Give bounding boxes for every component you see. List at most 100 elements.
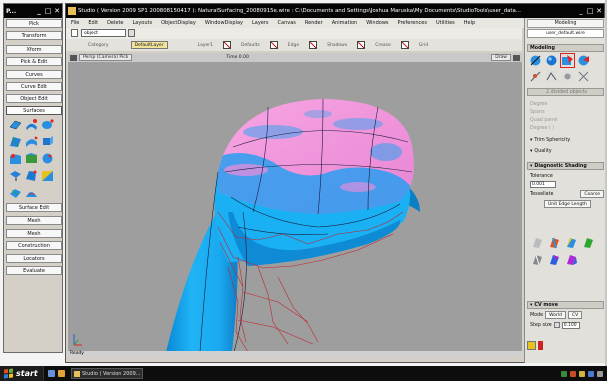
layer1-label[interactable]: Layer1 <box>198 43 213 48</box>
surface-skin-icon[interactable] <box>9 135 22 148</box>
close-icon[interactable]: ✕ <box>595 7 603 15</box>
surface-flange-icon[interactable] <box>25 186 38 199</box>
coarse-button[interactable]: Coarse <box>580 190 604 198</box>
menu-utilities[interactable]: Utilities <box>436 20 455 26</box>
viewport-title[interactable]: Persp (Camera) Pick <box>79 54 133 61</box>
step-size-input[interactable]: 0.100 <box>561 321 580 329</box>
render-sphere-icon[interactable] <box>577 54 590 67</box>
menu-delete[interactable]: Delete <box>107 20 123 26</box>
palette-btn-mesh-2[interactable]: Mesh <box>6 229 62 238</box>
palette-btn-construction[interactable]: Construction <box>6 241 62 250</box>
perspective-viewport[interactable]: Persp (Camera) Pick Time 0.00 Draw Ready <box>68 53 522 357</box>
surface-revolve-icon[interactable] <box>41 118 54 131</box>
depth-shade-icon[interactable] <box>548 253 561 266</box>
default-layer-button[interactable]: DefaultLayer <box>130 41 168 49</box>
edge-swatch[interactable] <box>309 41 318 49</box>
grid-label[interactable]: Grid <box>419 43 428 48</box>
surface-plane-icon[interactable] <box>9 118 22 131</box>
shadows-swatch[interactable] <box>357 41 366 49</box>
palette-btn-curve-edit[interactable]: Curve Edit <box>6 82 62 91</box>
layer-field[interactable]: object <box>81 29 126 37</box>
palette-btn-pick-edit[interactable]: Pick & Edit <box>6 57 62 66</box>
security-icon[interactable] <box>579 370 585 377</box>
menu-windowdisplay[interactable]: WindowDisplay <box>205 20 243 26</box>
model-canvas[interactable] <box>68 62 522 352</box>
isophote-icon[interactable] <box>561 70 574 83</box>
defaults-swatch[interactable] <box>269 41 278 49</box>
magenta-shade-icon[interactable] <box>565 253 578 266</box>
zebra-icon[interactable] <box>529 70 542 83</box>
no-sphere-icon[interactable] <box>529 54 542 67</box>
layer-menu-icon[interactable] <box>128 29 135 37</box>
menu-render[interactable]: Render <box>305 20 323 26</box>
layer-category-label[interactable]: Category <box>88 43 109 48</box>
network-icon[interactable] <box>561 370 567 377</box>
surface-rail-icon[interactable] <box>25 135 38 148</box>
maximize-icon[interactable]: □ <box>586 7 594 15</box>
main-titlebar[interactable]: Studio ( Version 2009 SP1 200808150417 )… <box>66 4 604 18</box>
palette-btn-pick[interactable]: Pick <box>6 19 62 28</box>
menu-file[interactable]: File <box>71 20 79 26</box>
unit-edge-length-button[interactable]: Unit Edge Length <box>544 200 591 208</box>
palette-btn-surfaces[interactable]: Surfaces <box>6 106 62 115</box>
display-icon[interactable] <box>588 370 594 377</box>
cv-move-header[interactable]: ▾ CV move <box>527 301 604 309</box>
surface-tube-icon[interactable] <box>9 186 22 199</box>
palette-btn-evaluate[interactable]: Evaluate <box>6 266 62 275</box>
maximize-icon[interactable]: □ <box>44 7 52 15</box>
diagnostic-shading-header[interactable]: ▾ Diagnostic Shading <box>527 162 604 170</box>
palette-btn-object-edit[interactable]: Object Edit <box>6 94 62 103</box>
palette-btn-mesh[interactable]: Mesh <box>6 216 62 225</box>
crease-label[interactable]: Crease <box>375 43 391 48</box>
curvature-map-icon[interactable] <box>531 253 544 266</box>
maximize-viewport-icon[interactable] <box>513 54 520 61</box>
step-slider-icon[interactable] <box>553 322 560 328</box>
surface-offset-icon[interactable] <box>41 169 54 182</box>
modeling-tab[interactable]: Modeling <box>527 19 604 28</box>
surface-loft-icon[interactable] <box>25 118 38 131</box>
taskbar-studio-button[interactable]: Studio ( Version 2009... <box>71 368 143 379</box>
mode-cv-button[interactable]: CV <box>567 311 583 319</box>
menu-preferences[interactable]: Preferences <box>398 20 427 26</box>
palette-btn-locators[interactable]: Locators <box>6 254 62 263</box>
surface-round-icon[interactable] <box>41 152 54 165</box>
minimize-icon[interactable]: _ <box>35 7 43 15</box>
tolerance-input[interactable]: 0.001 <box>530 180 556 188</box>
pick-arrow-icon[interactable] <box>71 29 78 37</box>
curvature-icon[interactable] <box>545 70 558 83</box>
green-eval-icon[interactable] <box>582 236 595 249</box>
menu-windows[interactable]: Windows <box>366 20 388 26</box>
start-button[interactable]: start <box>0 366 44 381</box>
palette-btn-xform[interactable]: Xform <box>6 45 62 54</box>
quick-launch-icon[interactable] <box>48 370 55 377</box>
surface-fillet-icon[interactable] <box>9 152 22 165</box>
menu-animation[interactable]: Animation <box>332 20 358 26</box>
palette-btn-transform[interactable]: Transform <box>6 31 62 40</box>
tessellate-icon[interactable] <box>577 70 590 83</box>
menu-layouts[interactable]: Layouts <box>133 20 153 26</box>
shadows-label[interactable]: Shadows <box>327 43 347 48</box>
menu-canvas[interactable]: Canvas <box>278 20 296 26</box>
user-file-field[interactable]: user_default.wire <box>527 29 604 38</box>
tray-misc-icon[interactable] <box>597 370 603 377</box>
crease-swatch[interactable] <box>400 41 409 49</box>
mode-world-button[interactable]: World <box>545 311 566 319</box>
palette-btn-curves[interactable]: Curves <box>6 70 62 79</box>
diagnostic-shade-icon[interactable] <box>560 53 575 68</box>
viewport-menu-icon[interactable] <box>70 54 77 61</box>
menu-help[interactable]: Help <box>464 20 475 26</box>
viewport-draw-menu[interactable]: Draw <box>491 54 511 61</box>
color-map-icon[interactable] <box>565 236 578 249</box>
minimize-icon[interactable]: _ <box>577 7 585 15</box>
quick-launch-icon[interactable] <box>58 370 65 377</box>
mouse-icon[interactable] <box>527 340 536 350</box>
trim-sphericity-row[interactable]: ▾ Trim Sphericity <box>527 136 604 144</box>
close-icon[interactable]: ✕ <box>53 7 61 15</box>
menu-edit[interactable]: Edit <box>88 20 98 26</box>
palette-titlebar[interactable]: P... _ □ ✕ <box>4 4 62 18</box>
surface-square-icon[interactable] <box>9 169 22 182</box>
quality-row[interactable]: ▾ Quality <box>527 147 604 155</box>
layer1-swatch[interactable] <box>222 41 231 49</box>
menu-objectdisplay[interactable]: ObjectDisplay <box>161 20 196 26</box>
multicolor-shade-icon[interactable] <box>548 236 561 249</box>
